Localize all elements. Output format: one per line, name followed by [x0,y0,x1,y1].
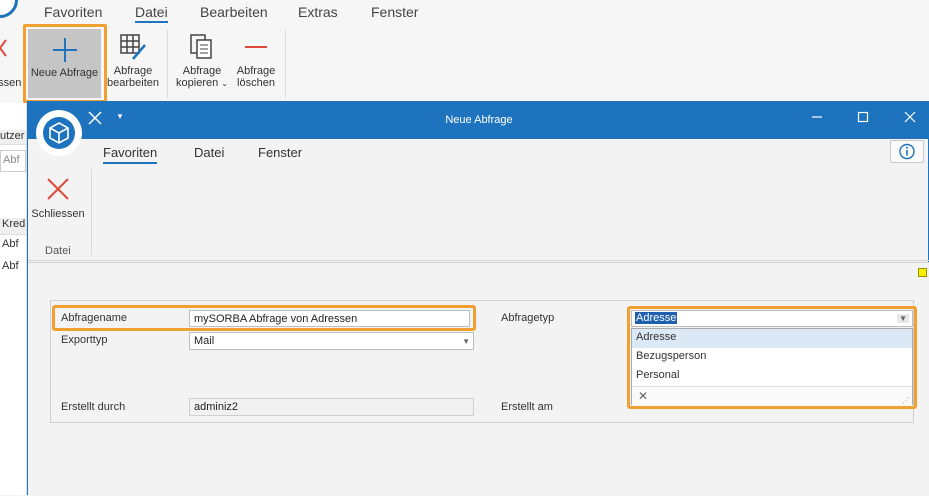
window-close-button[interactable] [898,110,922,127]
bg-tab-datei[interactable]: Datei [135,4,168,23]
minus-icon [245,46,267,48]
bg-col-header: utzer [0,130,26,145]
abfragename-label: Abfragename [61,312,128,324]
dialog-titlebar: Neue Abfrage ▾ [28,102,929,139]
bg-field[interactable]: Abf [0,150,26,172]
maximize-button[interactable] [851,110,875,127]
bg-tab-fenster[interactable]: Fenster [371,4,418,20]
minimize-button[interactable] [805,110,829,127]
abfrage-bearbeiten-label-2: bearbeiten [107,77,159,89]
dropdown-option-personal[interactable]: Personal [632,367,912,386]
copy-icon [190,34,212,59]
abfrage-kopieren-label-2: kopieren [176,77,219,89]
ribbon-separator [285,30,286,98]
dialog-tab-favoriten[interactable]: Favoriten [103,145,158,164]
ribbon-separator [167,30,168,98]
quick-access-dropdown-icon[interactable]: ▾ [108,111,132,122]
dialog-tab-datei[interactable]: Datei [194,145,224,160]
abfragetyp-dropdown-list: Adresse Bezugsperson Personal ✕ ⋰ [631,328,913,406]
schliessen-button[interactable]: Schliessen [30,176,86,220]
exporttyp-select[interactable]: Mail ▼ [189,332,474,350]
chevron-down-icon: ▼ [462,337,470,346]
app-logo [36,110,82,156]
bg-table-row[interactable]: Abf [0,238,26,258]
exporttyp-value: Mail [194,335,215,347]
abfrage-kopieren-label-1: Abfrage [182,65,222,77]
bg-tab-favoriten[interactable]: Favoriten [44,4,102,20]
info-icon [899,143,915,160]
schliessen-label: Schliessen [31,208,85,220]
bg-close-label: essen [0,77,22,89]
abfrage-loeschen-button[interactable]: Abfrage löschen [231,33,281,89]
clear-icon[interactable]: ✕ [638,389,648,403]
status-indicator [918,268,927,277]
abfragetyp-select[interactable]: Adresse ▼ [631,310,913,327]
abfrage-bearbeiten-label-1: Abfrage [113,65,153,77]
bg-tab-extras[interactable]: Extras [298,4,338,20]
highlight-frame [23,24,107,103]
abfragetyp-label: Abfragetyp [501,312,555,324]
bg-table-header: Kred [0,218,26,235]
close-icon [47,178,69,200]
abfrage-loeschen-label-1: Abfrage [236,65,276,77]
app-logo [0,0,18,18]
ribbon-bottom-border [28,260,929,261]
dialog-title: Neue Abfrage [445,114,513,126]
table-edit-icon [120,34,146,60]
bg-table-row[interactable]: Abf [0,260,26,280]
abfragetyp-value: Adresse [635,312,678,324]
ribbon-group-label: Datei [45,245,71,257]
close-icon [0,39,7,57]
dropdown-option-bezugsperson[interactable]: Bezugsperson [632,348,912,367]
erstellt-am-label: Erstellt am [501,401,553,413]
neue-abfrage-dialog: Neue Abfrage ▾ Favoriten Datei Fenster S… [27,101,929,496]
chevron-down-icon: ▼ [897,314,909,323]
bg-content-strip: utzer Abf Kred Abf Abf [0,103,27,495]
dropdown-footer: ✕ ⋰ [632,386,912,406]
bg-close-button-partial[interactable]: essen [0,37,22,89]
dialog-content: Abfragename mySORBA Abfrage von Adressen… [28,262,929,496]
close-x-icon[interactable] [83,111,107,128]
exporttyp-label: Exporttyp [61,334,108,346]
abfragename-input[interactable]: mySORBA Abfrage von Adressen [189,310,470,327]
abfrage-bearbeiten-button[interactable]: Abfrage bearbeiten [105,33,161,89]
info-button[interactable] [890,140,924,163]
dialog-tab-fenster[interactable]: Fenster [258,145,302,160]
chevron-down-icon: ⌄ [221,79,228,88]
abfrage-loeschen-label-2: löschen [237,77,275,89]
erstellt-durch-field: adminiz2 [189,398,474,416]
ribbon-separator [91,169,92,255]
bg-tab-bearbeiten[interactable]: Bearbeiten [200,4,268,20]
abfrage-kopieren-button[interactable]: Abfrage kopieren ⌄ [174,33,230,90]
dropdown-option-adresse[interactable]: Adresse [632,329,912,348]
erstellt-durch-label: Erstellt durch [61,401,126,413]
resize-grip-icon[interactable]: ⋰ [902,396,910,405]
cube-icon [43,117,75,149]
